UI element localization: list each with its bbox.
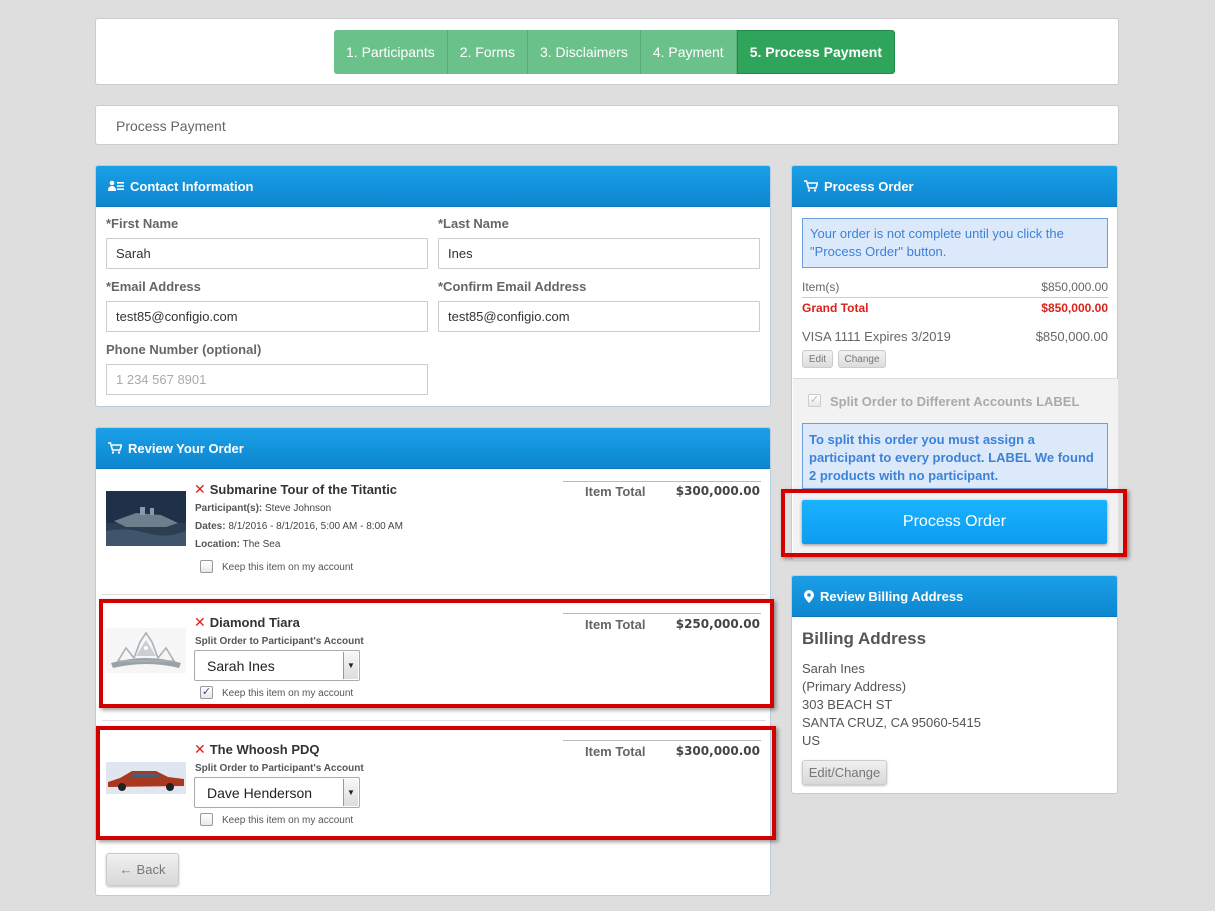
review-panel-title: Review Your Order [128, 440, 244, 456]
billing-line: US [802, 733, 821, 748]
back-button[interactable]: ← Back [106, 853, 179, 886]
location-value: The Sea [242, 539, 281, 550]
first-name-field[interactable] [106, 238, 428, 269]
first-name-label: *First Name [106, 216, 179, 231]
location-label: Location: [195, 539, 240, 550]
contact-panel-header: Contact Information [96, 166, 770, 207]
card-value: $850,000.00 [1035, 329, 1108, 344]
review-panel-header: Review Your Order [96, 428, 770, 469]
participants-value: Steve Johnson [265, 503, 332, 514]
divider [802, 297, 1108, 298]
billing-line: (Primary Address) [802, 679, 907, 694]
grand-total-value: $850,000.00 [1041, 301, 1108, 315]
order-notice: Your order is not complete until you cli… [802, 218, 1108, 268]
confirm-email-field[interactable] [438, 301, 760, 332]
order-panel-header: Process Order [792, 166, 1117, 207]
dates-value: 8/1/2016 - 8/1/2016, 5:00 AM - 8:00 AM [228, 521, 403, 532]
split-order-label: Split Order to Different Accounts LABEL [830, 394, 1080, 409]
breadcrumb: Process Payment [95, 105, 1119, 145]
email-field[interactable] [106, 301, 428, 332]
highlight-box [96, 726, 776, 840]
card-label: VISA 1111 Expires 3/2019 [802, 329, 951, 344]
billing-panel-title: Review Billing Address [820, 588, 964, 604]
item-total-label: Item Total [585, 484, 646, 499]
step-forms[interactable]: 2. Forms [447, 30, 528, 74]
progress-steps: 1. Participants 2. Forms 3. Disclaimers … [334, 30, 895, 74]
item-title: ✕ Submarine Tour of the Titantic [194, 481, 397, 498]
phone-label: Phone Number (optional) [106, 342, 262, 357]
order-panel-title: Process Order [824, 178, 914, 194]
split-order-checkbox[interactable]: ✓ [808, 394, 821, 407]
billing-address-panel: Review Billing Address Billing Address S… [791, 575, 1118, 794]
confirm-email-label: *Confirm Email Address [438, 279, 587, 294]
phone-field[interactable] [106, 364, 428, 395]
cart-icon [108, 442, 122, 454]
participants-label: Participant(s): [195, 503, 263, 514]
billing-line: Sarah Ines [802, 661, 865, 676]
billing-line: SANTA CRUZ, CA 95060-5415 [802, 715, 981, 730]
contact-card-icon [108, 180, 124, 192]
split-notice: To split this order you must assign a pa… [802, 423, 1108, 489]
item-name: Submarine Tour of the Titantic [209, 482, 398, 497]
last-name-label: *Last Name [438, 216, 509, 231]
contact-information-panel: Contact Information *First Name *Last Na… [95, 165, 771, 407]
item-participants: Participant(s): Steve Johnson [195, 503, 331, 514]
map-marker-icon [804, 589, 814, 603]
dates-label: Dates: [195, 521, 226, 532]
divider [102, 594, 766, 595]
arrow-left-icon: ← [119, 862, 133, 877]
item-total-value: $300,000.00 [675, 484, 760, 498]
step-process-payment[interactable]: 5. Process Payment [736, 30, 895, 74]
email-label: *Email Address [106, 279, 201, 294]
back-button-label: Back [136, 862, 166, 877]
submarine-thumbnail [106, 491, 186, 546]
divider [563, 481, 761, 482]
remove-item-icon[interactable]: ✕ [194, 481, 206, 497]
items-value: $850,000.00 [1041, 280, 1108, 294]
grand-total-label: Grand Total [802, 301, 869, 315]
steps-card: 1. Participants 2. Forms 3. Disclaimers … [95, 18, 1119, 85]
cart-icon [804, 180, 818, 192]
billing-panel-header: Review Billing Address [792, 576, 1117, 617]
breadcrumb-label: Process Payment [116, 118, 226, 134]
edit-change-address-button[interactable]: Edit/Change [802, 760, 887, 785]
items-label: Item(s) [802, 280, 840, 294]
last-name-field[interactable] [438, 238, 760, 269]
highlight-box [99, 599, 774, 708]
billing-line: 303 BEACH ST [802, 697, 893, 712]
billing-heading: Billing Address [802, 629, 927, 648]
step-disclaimers[interactable]: 3. Disclaimers [527, 30, 641, 74]
change-card-button[interactable]: Change [838, 350, 886, 368]
step-participants[interactable]: 1. Participants [334, 30, 448, 74]
item-dates: Dates: 8/1/2016 - 8/1/2016, 5:00 AM - 8:… [195, 521, 403, 532]
process-order-button[interactable]: Process Order [802, 500, 1107, 544]
item-location: Location: The Sea [195, 539, 280, 550]
divider [102, 720, 766, 721]
keep-item-checkbox[interactable] [200, 560, 213, 573]
keep-item-label: Keep this item on my account [222, 562, 354, 573]
contact-panel-title: Contact Information [130, 178, 254, 194]
step-payment[interactable]: 4. Payment [640, 30, 737, 74]
edit-card-button[interactable]: Edit [802, 350, 833, 368]
